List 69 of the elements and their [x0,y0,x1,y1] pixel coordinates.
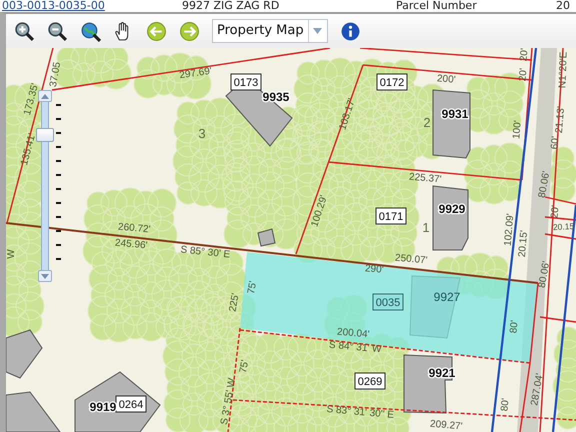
dimension-label: W [6,249,17,259]
up-triangle-icon [41,94,49,98]
dimension-label: 100.29' [309,194,330,228]
parcel-id-tag[interactable]: 0171 [376,208,406,224]
dimension-label: S 83° 31' 30'' E [326,404,394,421]
building-footprint [257,228,276,247]
dimension-label: 209.27' [430,418,463,432]
dimension-label: 260.72' [118,222,151,236]
dimension-label: 75' [238,359,252,374]
dimension-label: 225.37' [408,172,442,186]
dimension-label: 20.15' [552,220,576,232]
parcel-id-tag[interactable]: 0035 [372,294,404,310]
parcel-id-tag[interactable]: 0269 [354,372,386,390]
address-label: 9927 [434,290,460,304]
caret-icon [313,28,322,34]
zoom-slider-thumb[interactable] [36,128,54,142]
dimension-label: 200.04' [336,326,370,340]
address-label: 9929 [438,202,466,216]
building-footprint [6,329,43,379]
dimension-label: 200' [436,73,456,86]
dimension-label: 225' [228,292,242,313]
zoom-out-icon[interactable] [47,20,68,42]
zoom-up-button[interactable] [38,90,52,102]
dimension-label: 60' [549,136,562,150]
parcel-number-link[interactable]: 003-0013-0035-00 [0,0,174,12]
parcel-id-tag[interactable]: 0173 [230,74,262,90]
building-footprint [432,185,468,250]
dimension-label: S 85° 30' E [180,244,231,261]
dimension-label: 297.69' [178,66,212,82]
dimension-label: 102.09' [502,213,516,246]
dimension-label: 245.96' [114,238,148,252]
dimension-label: 290' [364,263,384,276]
dimension-label: N1°20'E [557,52,570,88]
parcel-id-tag[interactable]: 0172 [376,74,408,90]
parcel-id-tag[interactable]: 0264 [116,396,146,412]
lot-number: 2 [423,115,431,130]
dimension-label: 135.41' [19,132,38,166]
zoom-in-icon[interactable] [14,20,35,42]
zoom-down-button[interactable] [38,270,52,282]
dimension-label: 20' [549,204,562,219]
building-footprint [432,89,470,159]
globe-magnifier-icon[interactable] [80,20,101,42]
dimension-label: 173.35' [22,82,42,116]
dimension-label: 80' [499,398,512,412]
dimension-label: 287.04' [529,372,546,407]
table-cell: 20 [556,0,570,12]
dimension-label: 103.17' [337,97,358,132]
dimension-label: S 84° 31' W [328,340,382,356]
dimension-label: S 3° 55' W [219,377,238,426]
dimension-label: 21.13' [554,106,568,134]
down-triangle-icon [41,274,49,278]
dimension-label: 80' [508,320,521,334]
address-label: 9931 [442,107,468,121]
address-cell-text: 9927 ZIG ZAG RD [181,0,280,12]
dimension-label: 20' [518,48,531,62]
map-layer-dropdown[interactable]: Property Map [212,19,328,43]
lot-number: 1 [422,220,430,235]
dimension-label: 37.05 [48,61,64,88]
dimension-label: 20' [517,68,530,82]
dimension-label: 80.06' [536,170,552,199]
field-label: Parcel Number [395,0,478,12]
lot-number: 3 [198,126,206,141]
dimension-label: 100' [511,120,524,140]
dimension-label: 75' [246,280,260,295]
dimension-label: 80.06' [536,260,552,289]
building-footprint [6,391,61,432]
dimension-label: 250.07' [394,252,428,266]
dimension-label: 20.15' [516,230,530,258]
info-icon[interactable] [340,20,361,42]
